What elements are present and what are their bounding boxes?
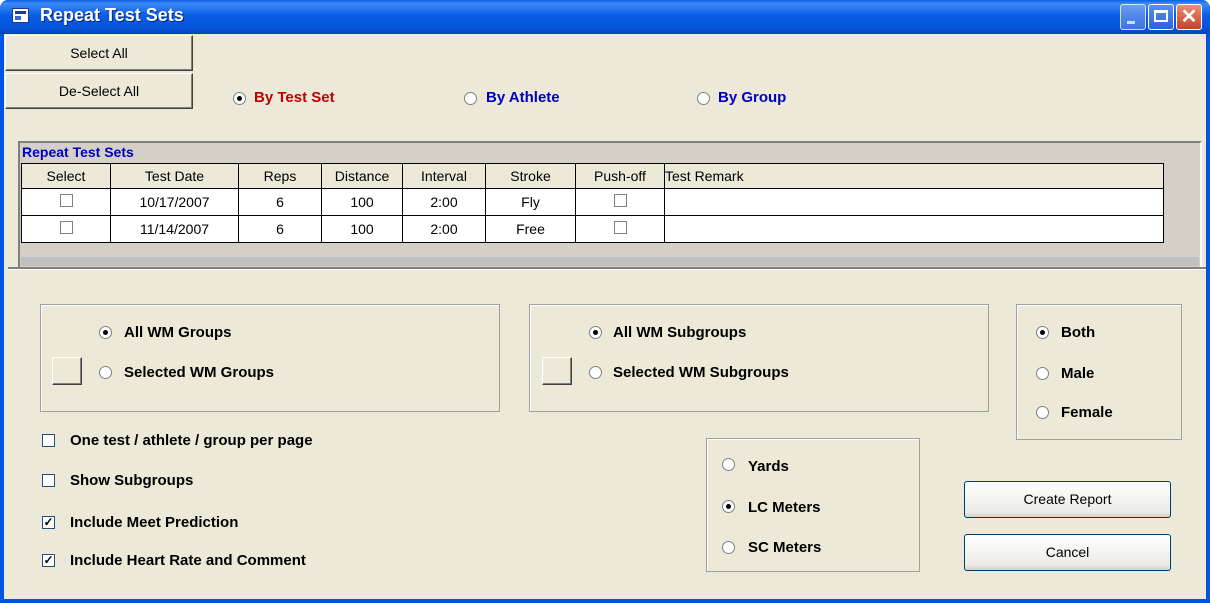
units-yards-radio[interactable] <box>722 458 735 471</box>
all-groups-label[interactable]: All WM Groups <box>124 324 232 341</box>
interval-cell[interactable]: 2:00 <box>402 188 486 216</box>
by-test-set-label[interactable]: By Test Set <box>254 89 335 106</box>
interval-cell[interactable]: 2:00 <box>402 215 486 243</box>
meet-prediction-checkbox[interactable]: ✓ <box>42 516 55 529</box>
distance-cell[interactable]: 100 <box>321 188 403 216</box>
deselect-all-label: De-Select All <box>58 83 140 99</box>
gender-female-radio[interactable] <box>1036 406 1049 419</box>
selected-groups-label[interactable]: Selected WM Groups <box>124 364 274 381</box>
show-subgroups-label[interactable]: Show Subgroups <box>70 472 193 489</box>
selected-subgroups-label[interactable]: Selected WM Subgroups <box>613 364 789 381</box>
reps-cell[interactable]: 6 <box>238 215 322 243</box>
one-per-page-label[interactable]: One test / athlete / group per page <box>70 432 313 449</box>
all-subgroups-radio[interactable] <box>589 326 602 339</box>
gender-male-radio[interactable] <box>1036 367 1049 380</box>
units-yards-label[interactable]: Yards <box>748 458 789 475</box>
col-test-remark[interactable]: Test Remark <box>664 163 1164 189</box>
units-lc-meters-label[interactable]: LC Meters <box>748 499 821 516</box>
by-group-label[interactable]: By Group <box>718 89 786 106</box>
selected-groups-radio[interactable] <box>99 366 112 379</box>
units-sc-meters-radio[interactable] <box>722 541 735 554</box>
col-distance[interactable]: Distance <box>321 163 403 189</box>
selected-subgroups-radio[interactable] <box>589 366 602 379</box>
all-subgroups-label[interactable]: All WM Subgroups <box>613 324 746 341</box>
grid-caption: Repeat Test Sets <box>22 144 134 160</box>
gender-female-label[interactable]: Female <box>1061 404 1113 421</box>
subgroups-box <box>529 304 989 412</box>
grid-scroll-area <box>21 257 1199 266</box>
minimize-button[interactable] <box>1120 4 1146 30</box>
one-per-page-checkbox[interactable] <box>42 434 55 447</box>
close-icon: ✕ <box>1180 6 1198 28</box>
title-bar[interactable]: Repeat Test Sets ✕ <box>0 0 1210 34</box>
gender-both-radio[interactable] <box>1036 326 1049 339</box>
by-athlete-radio[interactable] <box>464 92 477 105</box>
remark-cell[interactable] <box>664 215 1164 243</box>
select-cell[interactable] <box>21 215 111 243</box>
select-cell[interactable] <box>21 188 111 216</box>
col-stroke[interactable]: Stroke <box>485 163 576 189</box>
col-interval[interactable]: Interval <box>402 163 486 189</box>
distance-cell[interactable]: 100 <box>321 215 403 243</box>
by-test-set-radio[interactable] <box>233 92 246 105</box>
all-groups-radio[interactable] <box>99 326 112 339</box>
maximize-button[interactable] <box>1148 4 1174 30</box>
select-all-button[interactable]: Select All <box>5 35 193 71</box>
table-row[interactable]: 10/17/2007 6 100 2:00 Fly <box>21 188 1164 216</box>
heart-rate-label[interactable]: Include Heart Rate and Comment <box>70 552 306 569</box>
col-push-off[interactable]: Push-off <box>575 163 665 189</box>
by-group-radio[interactable] <box>697 92 710 105</box>
select-all-label: Select All <box>70 45 128 61</box>
test-date-cell[interactable]: 11/14/2007 <box>110 215 239 243</box>
test-date-cell[interactable]: 10/17/2007 <box>110 188 239 216</box>
deselect-all-button[interactable]: De-Select All <box>5 73 193 109</box>
push-off-checkbox[interactable] <box>613 194 627 207</box>
maximize-icon <box>1154 10 1168 22</box>
create-report-label: Create Report <box>1023 491 1112 507</box>
meet-prediction-label[interactable]: Include Meet Prediction <box>70 514 238 531</box>
minimize-icon <box>1127 21 1135 24</box>
cancel-label: Cancel <box>1045 544 1090 560</box>
units-sc-meters-label[interactable]: SC Meters <box>748 539 821 556</box>
grid-table[interactable]: Select Test Date Reps Distance Interval … <box>21 163 1164 243</box>
select-groups-button[interactable] <box>52 357 82 385</box>
stroke-cell[interactable]: Free <box>485 215 576 243</box>
table-row[interactable]: 11/14/2007 6 100 2:00 Free <box>21 215 1164 243</box>
row-select-checkbox[interactable] <box>59 221 73 234</box>
by-athlete-label[interactable]: By Athlete <box>486 89 560 106</box>
divider <box>8 267 1206 270</box>
stroke-cell[interactable]: Fly <box>485 188 576 216</box>
units-lc-meters-radio[interactable] <box>722 500 735 513</box>
heart-rate-checkbox[interactable]: ✓ <box>42 554 55 567</box>
remark-cell[interactable] <box>664 188 1164 216</box>
app-icon <box>12 8 29 23</box>
reps-cell[interactable]: 6 <box>238 188 322 216</box>
window: Repeat Test Sets ✕ Select All De-Select … <box>0 0 1210 603</box>
gender-both-label[interactable]: Both <box>1061 324 1095 341</box>
groups-box <box>40 304 500 412</box>
col-select[interactable]: Select <box>21 163 111 189</box>
push-off-cell[interactable] <box>575 188 665 216</box>
create-report-button[interactable]: Create Report <box>964 481 1171 518</box>
show-subgroups-checkbox[interactable] <box>42 474 55 487</box>
push-off-checkbox[interactable] <box>613 221 627 234</box>
row-select-checkbox[interactable] <box>59 194 73 207</box>
cancel-button[interactable]: Cancel <box>964 534 1171 571</box>
window-title: Repeat Test Sets <box>40 5 184 25</box>
push-off-cell[interactable] <box>575 215 665 243</box>
gender-male-label[interactable]: Male <box>1061 365 1094 382</box>
test-sets-grid[interactable]: Repeat Test Sets Select Test Date Reps D… <box>18 141 1202 269</box>
col-reps[interactable]: Reps <box>238 163 322 189</box>
close-button[interactable]: ✕ <box>1176 4 1202 30</box>
select-subgroups-button[interactable] <box>542 357 572 385</box>
dialog-body: Select All De-Select All By Test Set By … <box>4 34 1206 599</box>
col-test-date[interactable]: Test Date <box>110 163 239 189</box>
